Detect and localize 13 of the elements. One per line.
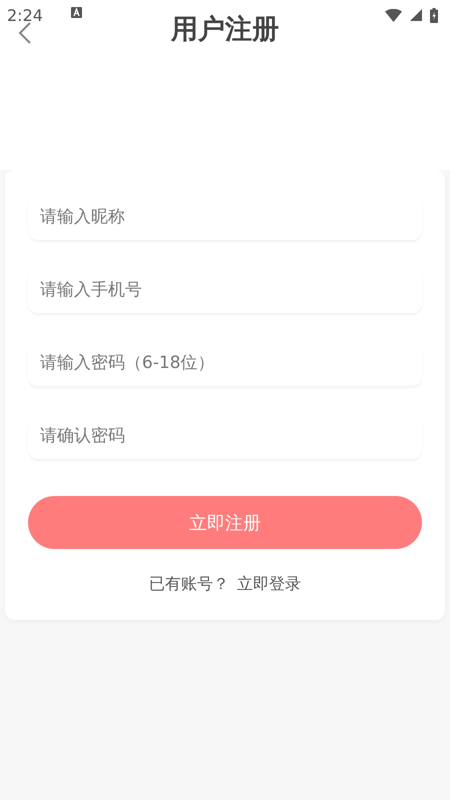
wifi-icon <box>385 8 402 22</box>
input-field[interactable]: 请输入手机号 <box>28 267 422 313</box>
notification-icon <box>70 6 82 18</box>
login-prompt: 已有账号？ <box>149 574 229 595</box>
login-link[interactable]: 立即登录 <box>237 574 301 595</box>
input-field[interactable]: 请输入密码（6-18位） <box>28 340 422 386</box>
signal-icon <box>410 9 422 21</box>
input-field[interactable]: 请确认密码 <box>28 413 422 459</box>
back-icon[interactable] <box>18 22 32 44</box>
status-time: 2:24 <box>7 6 43 24</box>
page-title: 用户注册 <box>171 13 279 47</box>
input-field[interactable]: 请输入昵称 <box>28 194 422 240</box>
battery-icon <box>430 8 438 22</box>
